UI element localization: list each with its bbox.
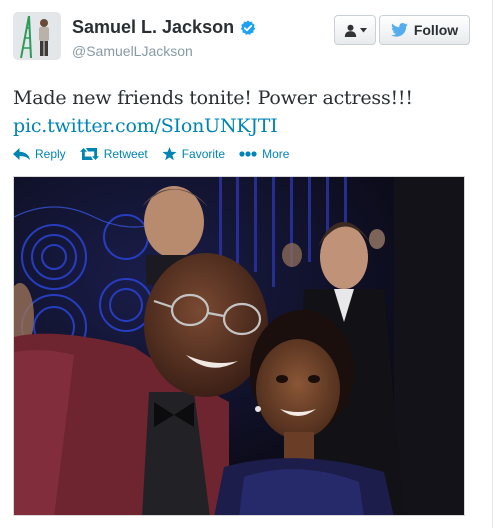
reply-label: Reply [35,147,66,161]
verified-badge-icon [240,20,256,36]
reply-button[interactable]: Reply [13,147,66,161]
retweet-label: Retweet [103,147,148,161]
star-icon [162,147,177,161]
tweet-card: Samuel L. Jackson @SamuelLJackson Follow… [0,0,493,528]
tweet-text: Made new friends tonite! Power actress!!… [13,87,413,109]
user-info: Samuel L. Jackson @SamuelLJackson [72,17,256,59]
twitter-bird-icon [390,23,408,37]
tweet-photo[interactable] [13,176,465,516]
tweet-media-link[interactable]: pic.twitter.com/SIonUNKJTI [13,112,413,140]
user-actions-dropdown[interactable] [334,15,376,45]
avatar-icon [13,12,61,60]
favorite-label: Favorite [181,147,226,161]
more-label: More [262,147,290,161]
user-full-name[interactable]: Samuel L. Jackson [72,17,234,38]
favorite-button[interactable]: Favorite [162,147,225,161]
avatar[interactable] [13,12,61,60]
tweet-actions: Reply Retweet Favorite More [13,147,303,161]
user-handle[interactable]: @SamuelLJackson [72,43,256,59]
retweet-button[interactable]: Retweet [79,147,148,161]
retweet-icon [79,148,99,160]
follow-button[interactable]: Follow [379,15,470,45]
follow-label: Follow [413,22,459,38]
dots-icon [239,151,257,157]
tweet-body: Made new friends tonite! Power actress!!… [13,84,413,140]
more-button[interactable]: More [239,147,289,161]
chevron-down-icon [359,27,367,32]
party-photo-image [14,177,464,515]
person-icon [344,24,356,37]
reply-icon [13,148,30,160]
